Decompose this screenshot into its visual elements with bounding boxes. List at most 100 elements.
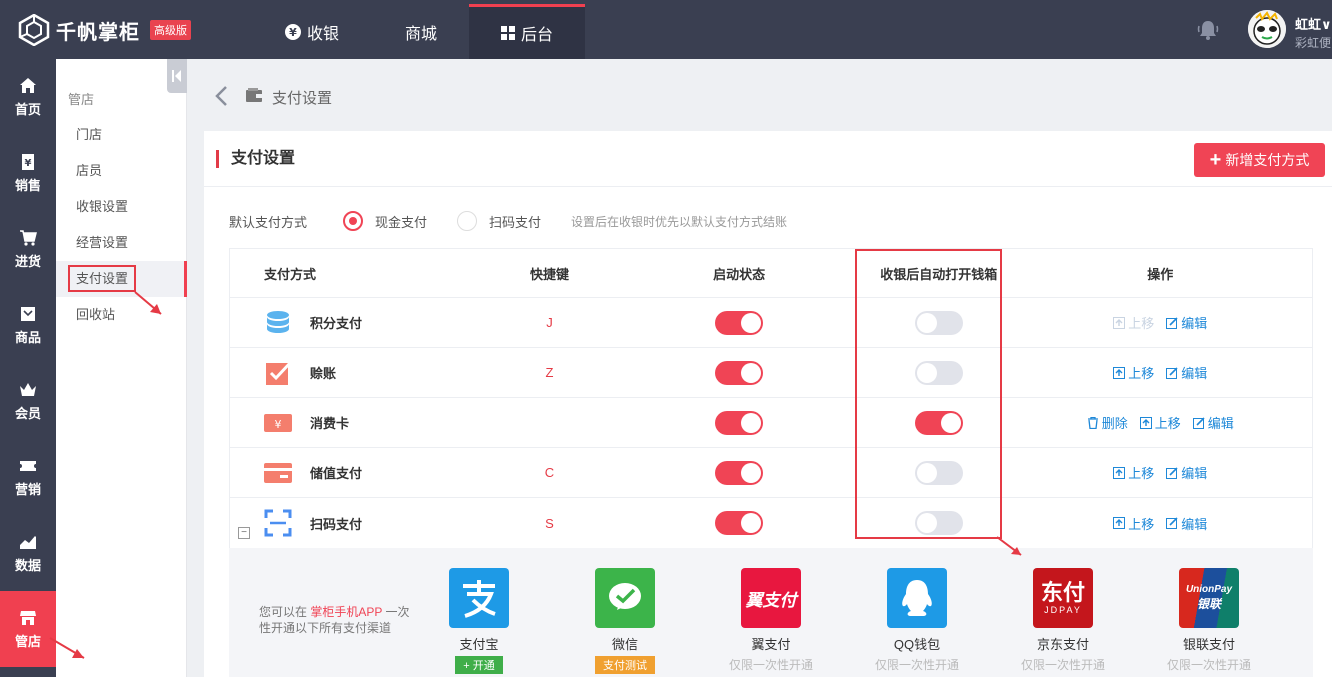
arrow-up-box-icon (1113, 366, 1126, 379)
radio-cash-label[interactable]: 现金支付 (375, 212, 427, 231)
app-link[interactable]: 掌柜手机APP (310, 605, 382, 619)
jdpay-logo: 东付 JDPAY (1033, 568, 1093, 628)
channel-sub: 仅限一次性开通 (874, 658, 959, 672)
col-header-actions: 操作 (1147, 266, 1174, 282)
rail-item-home[interactable]: 首页 (0, 59, 56, 135)
enable-toggle[interactable] (715, 410, 764, 435)
channel-qq-wallet[interactable]: QQ钱包 仅限一次性开通 (872, 568, 962, 673)
breadcrumb-current: 支付设置 (272, 90, 333, 107)
submenu-item-staff[interactable]: 店员 (56, 153, 187, 189)
rail-item-products[interactable]: 商品 (0, 287, 56, 363)
test-wechat-pay-button[interactable]: 支付测试 (595, 656, 655, 674)
payment-methods-table: 支付方式 快捷键 启动状态 收银后自动打开钱箱 操作 积分支付 J 上移 编辑 (229, 248, 1313, 549)
arrow-up-box-icon (1113, 466, 1126, 479)
edit-button[interactable]: 编辑 (1166, 313, 1207, 332)
move-up-button[interactable]: 上移 (1113, 363, 1154, 382)
payment-name: 消费卡 (310, 416, 350, 431)
bell-icon[interactable] (1196, 18, 1220, 42)
edit-button[interactable]: 编辑 (1166, 363, 1207, 382)
rail-item-data[interactable]: 数据 (0, 515, 56, 591)
app-logo[interactable]: 千帆掌柜 高级版 (18, 14, 191, 46)
default-payment-hint: 设置后在收银时优先以默认支付方式结账 (571, 214, 788, 229)
edition-badge: 高级版 (150, 20, 191, 40)
rail-item-members[interactable]: 会员 (0, 363, 56, 439)
edit-button[interactable]: 编辑 (1166, 463, 1207, 482)
svg-text:¥: ¥ (275, 418, 282, 431)
submenu-item-business-settings[interactable]: 经营设置 (56, 225, 187, 261)
submenu-item-cashier-settings[interactable]: 收银设置 (56, 189, 187, 225)
yen-circle-icon: ¥ (284, 23, 301, 40)
move-up-label: 上移 (1128, 466, 1155, 481)
move-up-button[interactable]: 上移 (1113, 463, 1154, 482)
unionpay-logo: UnionPay 银联 (1179, 568, 1239, 628)
move-up-button[interactable]: 上移 (1113, 514, 1154, 533)
qq-penguin-logo (887, 568, 947, 628)
radio-scan-label[interactable]: 扫码支付 (489, 212, 541, 231)
topnav-mall[interactable]: 商城 (385, 4, 457, 59)
move-up-label: 上移 (1128, 516, 1155, 532)
plus-icon: + (1209, 149, 1222, 171)
channel-bestpay[interactable]: 翼支付 翼支付 仅限一次性开通 (726, 568, 816, 673)
submenu-item-label: 店员 (76, 163, 103, 178)
move-up-button[interactable]: 上移 (1139, 413, 1181, 432)
user-avatar[interactable] (1248, 10, 1286, 48)
card-icon (264, 459, 292, 487)
main-sidebar: 首页 ¥ 销售 进货 商品 会员 营销 数据 管店 (0, 59, 56, 677)
logo-text: 千帆掌柜 (56, 21, 140, 44)
enable-toggle[interactable] (715, 360, 764, 385)
submenu-item-recycle-bin[interactable]: 回收站 (56, 297, 187, 333)
channel-jdpay[interactable]: 东付 JDPAY 京东支付 仅限一次性开通 (1018, 568, 1108, 673)
bestpay-logo-text: 翼支付 (745, 590, 797, 610)
back-chevron-icon[interactable] (212, 84, 232, 108)
rail-item-label: 进货 (14, 253, 41, 269)
channel-unionpay[interactable]: UnionPay 银联 银联支付 仅限一次性开通 (1164, 568, 1254, 673)
move-up-label: 上移 (1128, 316, 1155, 331)
user-name[interactable]: 虹虹∨ (1295, 14, 1332, 33)
add-payment-method-button[interactable]: + 新增支付方式 (1194, 143, 1325, 177)
edit-button[interactable]: 编辑 (1166, 514, 1207, 533)
shortcut-key: C (544, 465, 555, 480)
payment-name: 赊账 (310, 366, 337, 381)
topnav-cashier[interactable]: ¥ 收银 (272, 4, 352, 59)
topnav-backend[interactable]: 后台 (469, 4, 585, 59)
edit-button[interactable]: 编辑 (1192, 413, 1234, 432)
topnav-cashier-label: 收银 (306, 25, 339, 43)
move-up-button[interactable]: 上移 (1113, 313, 1154, 332)
submenu-item-label: 回收站 (76, 307, 116, 322)
submenu-item-label: 门店 (76, 127, 103, 142)
arrow-up-box-icon (1113, 517, 1126, 529)
submenu-item-payment-settings[interactable]: 支付设置 (56, 261, 187, 297)
edit-label: 编辑 (1181, 316, 1208, 331)
channel-wechat[interactable]: 微信 支付测试 (580, 568, 670, 674)
bestpay-logo: 翼支付 (741, 568, 801, 628)
radio-scan[interactable] (457, 211, 478, 231)
delete-button[interactable]: 删除 (1087, 413, 1128, 432)
channel-alipay[interactable]: 支付宝 + 开通 (434, 568, 524, 674)
enable-toggle[interactable] (715, 460, 764, 485)
chart-icon (20, 535, 36, 549)
shortcut-key: J (546, 315, 553, 330)
radio-cash[interactable] (343, 211, 364, 231)
edit-label: 编辑 (1181, 366, 1208, 381)
wallet-icon (246, 88, 262, 102)
grid-icon (500, 26, 515, 40)
table-row: ¥ 消费卡 删除 上移 编辑 (230, 398, 1312, 448)
enable-toggle[interactable] (715, 310, 764, 335)
collapse-icon (172, 70, 181, 82)
open-alipay-button[interactable]: + 开通 (455, 656, 503, 674)
enable-toggle[interactable] (715, 511, 764, 535)
collapse-row-button[interactable]: − (238, 527, 250, 539)
channel-name: 银联支付 (1182, 637, 1235, 652)
crown-icon (20, 382, 36, 396)
ticket-icon (20, 460, 36, 471)
col-header-method: 支付方式 (264, 266, 317, 282)
submenu-item-stores[interactable]: 门店 (56, 117, 187, 153)
submenu-item-label: 收银设置 (76, 199, 129, 214)
collapse-sidebar-button[interactable] (167, 59, 187, 93)
rail-item-marketing[interactable]: 营销 (0, 439, 56, 515)
unionpay-logo-text: UnionPay (1185, 584, 1233, 595)
rail-item-purchase[interactable]: 进货 (0, 211, 56, 287)
edit-label: 编辑 (1181, 466, 1208, 481)
rail-item-sales[interactable]: ¥ 销售 (0, 135, 56, 211)
database-icon (264, 309, 292, 337)
